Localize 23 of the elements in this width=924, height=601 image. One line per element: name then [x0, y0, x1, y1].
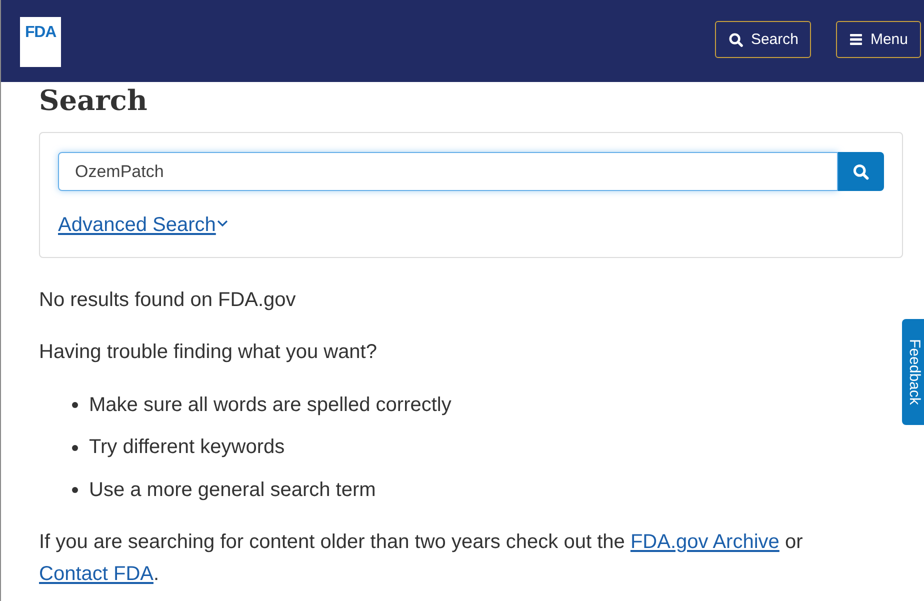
bullet-icon	[72, 487, 78, 493]
bullet-icon	[72, 402, 78, 408]
menu-button[interactable]: Menu	[836, 21, 921, 58]
search-field[interactable]: OzemPatch	[58, 152, 838, 191]
search-button[interactable]: Search	[714, 21, 812, 58]
page-title: Search	[39, 84, 148, 118]
search-icon	[853, 164, 869, 180]
feedback-tab[interactable]: Feedback	[902, 319, 924, 425]
chevron-down-icon	[216, 220, 228, 227]
help-heading: Having trouble finding what you want?	[39, 340, 378, 365]
tip-text: Make sure all words are spelled correctly	[89, 394, 452, 416]
no-results-message: No results found on FDA.gov	[39, 288, 297, 313]
advanced-search-link[interactable]: Advanced Search	[58, 213, 228, 237]
tip-text: Use a more general search term	[89, 478, 376, 502]
menu-icon	[850, 34, 862, 45]
tip-text: Try different keywords	[89, 436, 285, 459]
site-logo[interactable]: FDA	[20, 16, 61, 66]
text-link[interactable]: Contact FDA	[39, 563, 154, 585]
help-paragraph: If you are searching for content older than two years check out the FDA.gov Archive or Contact FDA.	[39, 530, 804, 587]
search-submit-button[interactable]	[838, 152, 884, 191]
search-icon	[728, 32, 743, 46]
bullet-icon	[72, 444, 78, 450]
text-link[interactable]: FDA.gov Archive	[630, 531, 780, 553]
